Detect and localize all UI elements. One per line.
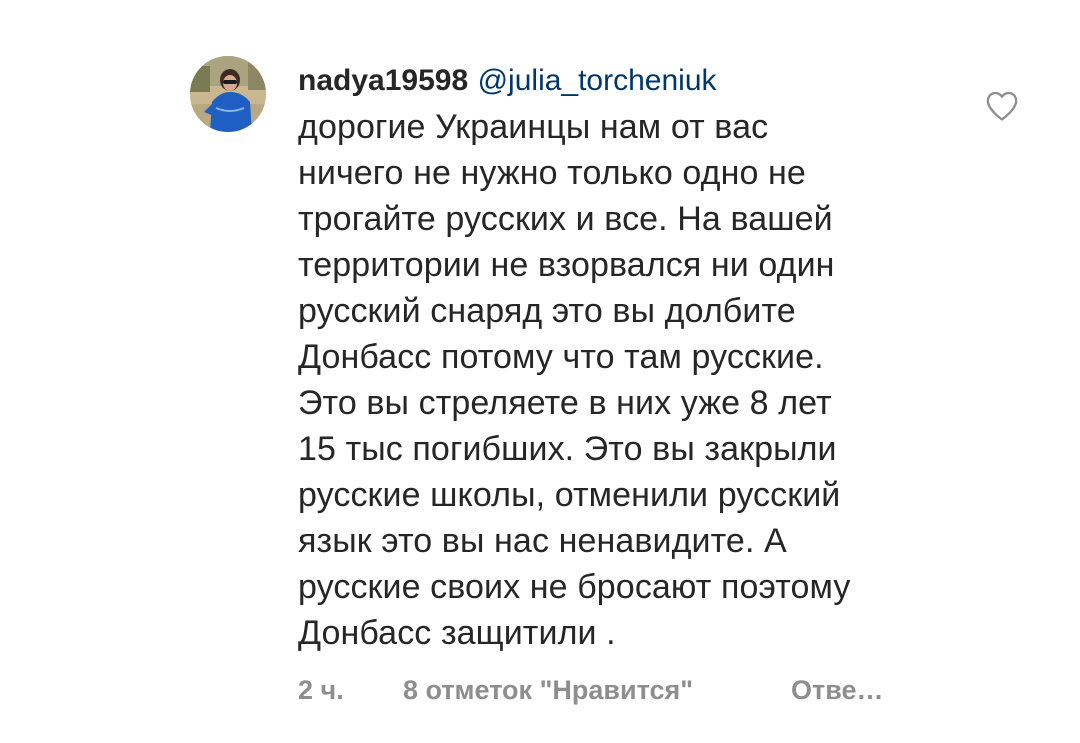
heart-outline-icon (986, 91, 1018, 121)
username-link[interactable]: nadya19598 (298, 64, 468, 97)
comment-timestamp[interactable]: 2 ч. (298, 670, 403, 710)
avatar-image (190, 56, 266, 132)
avatar[interactable] (190, 56, 266, 132)
comment-text-first: дорогие Украинцы нам от вас (298, 108, 769, 146)
comment-body: nadya19598 @julia_torcheniuk дорогие Укр… (298, 56, 958, 656)
like-button[interactable] (985, 90, 1019, 122)
comment-text: ничего не нужно только одно не трогайте … (298, 154, 851, 652)
comment-first-line: nadya19598 @julia_torcheniuk (298, 56, 958, 104)
comment-item: nadya19598 @julia_torcheniuk дорогие Укр… (0, 0, 1080, 743)
comment-meta: 2 ч. 8 отметок "Нравится" Отве… (298, 670, 883, 710)
reply-button[interactable]: Отве… (791, 670, 883, 710)
likes-count-link[interactable]: 8 отметок "Нравится" (403, 670, 791, 710)
mention-link[interactable]: @julia_torcheniuk (478, 64, 717, 97)
